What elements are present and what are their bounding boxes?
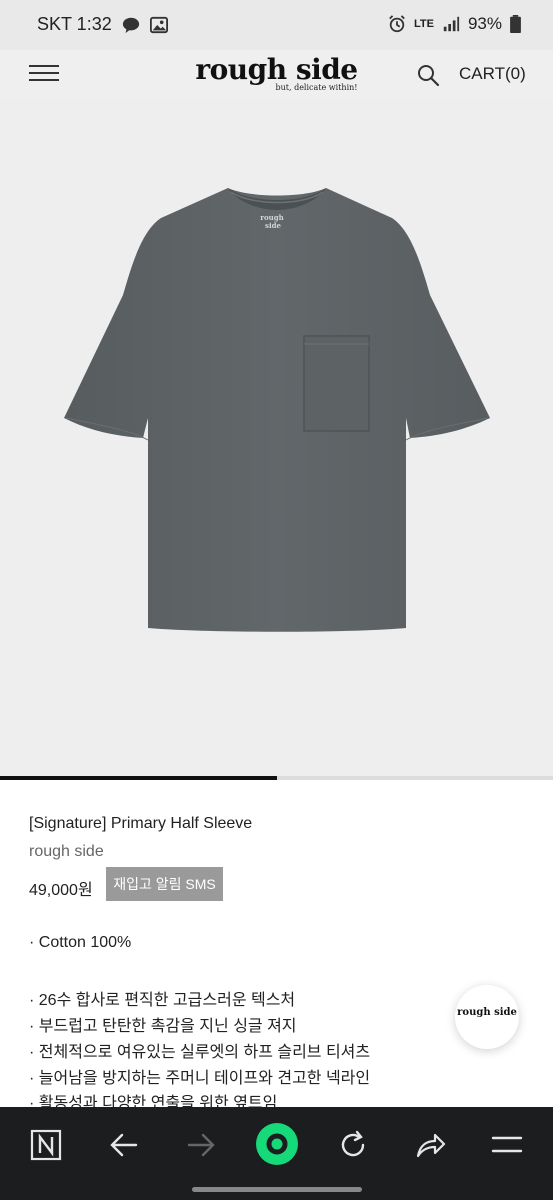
gesture-bar[interactable] <box>192 1187 362 1192</box>
desc-line: · 늘어남을 방지하는 주머니 테이프와 견고한 넥라인 <box>29 1070 371 1087</box>
status-left: SKT 1:32 <box>37 14 168 35</box>
status-right: LTE 93% <box>388 14 521 34</box>
product-image-carousel[interactable]: rough side <box>0 100 553 776</box>
desc-line: · 전체적으로 여유있는 실루엣의 하프 슬리브 티셔츠 <box>29 1044 371 1061</box>
home-circle-icon[interactable] <box>255 1122 299 1166</box>
menu-icon[interactable] <box>487 1125 527 1165</box>
signal-icon <box>443 16 460 32</box>
floating-logo-text: rough side <box>457 1007 517 1018</box>
floating-brand-button[interactable]: rough side <box>455 985 519 1049</box>
site-header: rough side but, delicate within! CART(0) <box>0 50 553 100</box>
product-name: [Signature] Primary Half Sleeve <box>29 815 253 832</box>
forward-icon[interactable] <box>181 1125 221 1165</box>
talk-icon <box>122 17 139 33</box>
battery-percent: 93% <box>467 14 502 33</box>
product-price: 49,000원 <box>29 882 93 899</box>
search-icon[interactable] <box>416 63 440 87</box>
carrier-time: SKT 1:32 <box>37 14 112 34</box>
svg-text:side: side <box>265 221 281 230</box>
network-label: LTE <box>414 18 434 30</box>
battery-icon <box>510 15 521 33</box>
back-icon[interactable] <box>104 1125 144 1165</box>
desc-line: · Cotton 100% <box>29 934 132 951</box>
share-icon[interactable] <box>410 1125 450 1165</box>
product-info: [Signature] Primary Half Sleeve rough si… <box>0 780 553 1112</box>
refresh-icon[interactable] <box>333 1125 373 1165</box>
tshirt-image: rough side <box>64 188 490 632</box>
cart-link[interactable]: CART(0) <box>459 64 526 84</box>
gallery-icon <box>149 16 168 33</box>
desc-line: · 26수 합사로 편직한 고급스러운 텍스처 <box>29 992 296 1009</box>
status-bar: SKT 1:32 LTE 93% <box>0 0 553 50</box>
desc-line: · 부드럽고 탄탄한 촉감을 지닌 싱글 져지 <box>29 1018 297 1035</box>
product-brand[interactable]: rough side <box>29 843 104 861</box>
browser-toolbar <box>0 1107 553 1200</box>
logo-tagline: but, delicate within! <box>275 83 358 92</box>
alarm-icon <box>389 15 405 33</box>
restock-sms-button[interactable]: 재입고 알림 SMS <box>106 867 223 901</box>
n-icon[interactable] <box>26 1125 66 1165</box>
